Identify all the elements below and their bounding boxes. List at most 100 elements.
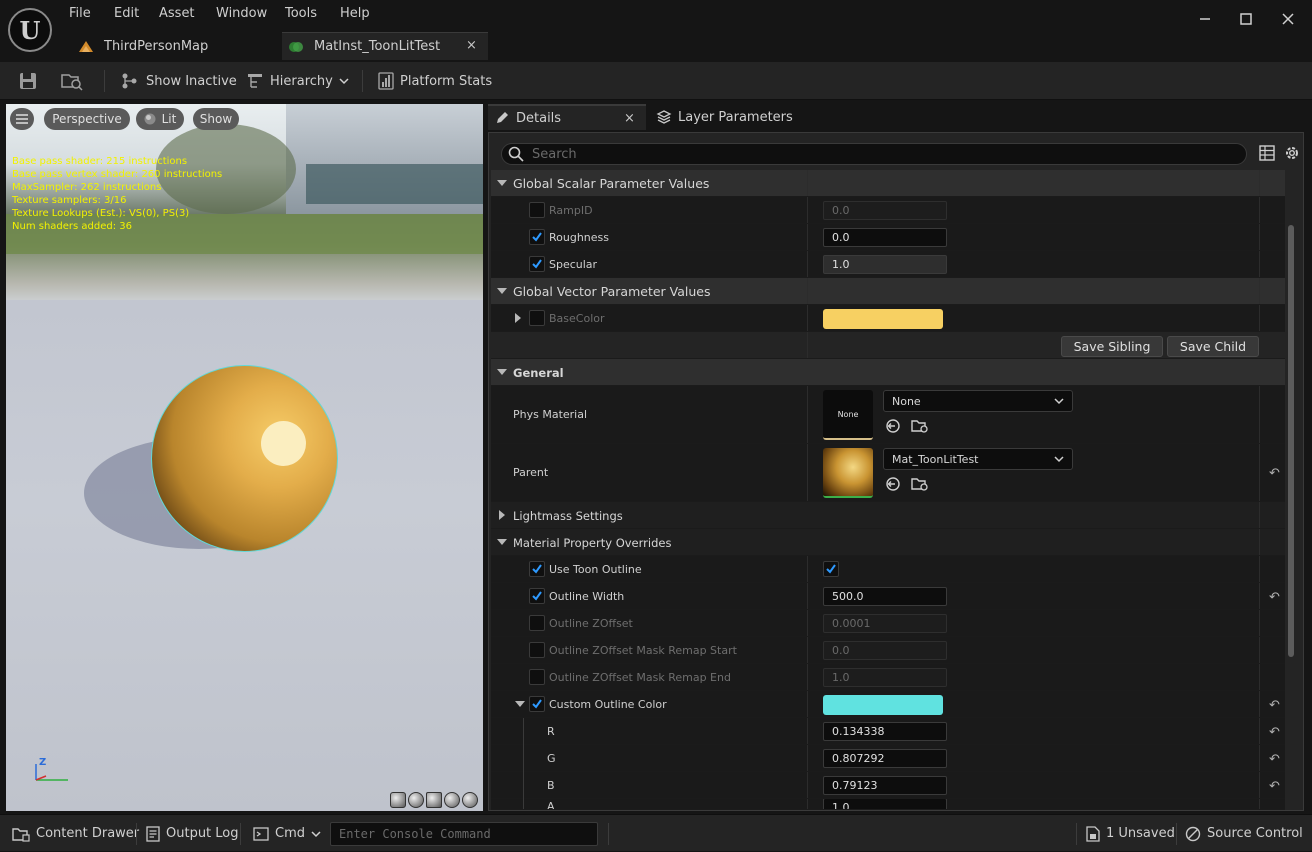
use-toon-outline-checkbox[interactable] xyxy=(823,561,839,577)
show-button[interactable]: Show xyxy=(193,108,239,130)
menu-tools[interactable]: Tools xyxy=(285,6,317,21)
expand-arrow-icon[interactable] xyxy=(497,288,507,294)
roughness-value-input[interactable]: 0.0 xyxy=(823,228,947,247)
table-view-icon[interactable] xyxy=(1259,145,1275,161)
tab-details[interactable]: Details × xyxy=(488,104,646,130)
expand-arrow-icon[interactable] xyxy=(515,701,525,707)
save-child-button[interactable]: Save Child xyxy=(1167,336,1259,357)
dropdown-value: None xyxy=(892,394,921,408)
reset-to-default-icon[interactable]: ↶ xyxy=(1269,752,1280,767)
expand-arrow-icon[interactable] xyxy=(497,539,507,545)
minimize-icon[interactable] xyxy=(1190,6,1220,32)
category-general[interactable]: General xyxy=(491,359,1285,386)
rampid-value-input[interactable]: 0.0 xyxy=(823,201,947,220)
override-checkbox[interactable] xyxy=(529,202,545,218)
property-row-specular: Specular 1.0 xyxy=(491,251,1285,278)
expand-arrow-icon[interactable] xyxy=(499,510,505,520)
expand-arrow-icon[interactable] xyxy=(515,313,521,323)
lit-button[interactable]: Lit xyxy=(136,108,184,130)
expand-arrow-icon[interactable] xyxy=(497,180,507,186)
settings-gear-icon[interactable] xyxy=(1283,144,1301,162)
outline-zoffset-input[interactable]: 0.0001 xyxy=(823,614,947,633)
category-material-overrides[interactable]: Material Property Overrides xyxy=(491,529,1285,556)
override-checkbox[interactable] xyxy=(529,588,545,604)
use-selected-icon[interactable] xyxy=(885,418,901,434)
tab-matinst-toonlittest[interactable]: MatInst_ToonLitTest × xyxy=(282,32,488,60)
b-value-input[interactable]: 0.79123 xyxy=(823,776,947,795)
reset-to-default-icon[interactable]: ↶ xyxy=(1269,698,1280,713)
reset-to-default-icon[interactable]: ↶ xyxy=(1269,725,1280,740)
tab-layer-parameters[interactable]: Layer Parameters xyxy=(650,104,810,130)
save-button[interactable] xyxy=(18,62,38,100)
menu-window[interactable]: Window xyxy=(216,6,267,21)
override-checkbox[interactable] xyxy=(529,229,545,245)
category-lightmass[interactable]: Lightmass Settings xyxy=(491,502,1285,529)
use-selected-icon[interactable] xyxy=(885,476,901,492)
console-command-input[interactable]: Enter Console Command xyxy=(330,822,598,846)
output-log-button[interactable]: Output Log xyxy=(146,815,239,852)
specular-value-input[interactable]: 1.0 xyxy=(823,255,947,274)
save-sibling-button[interactable]: Save Sibling xyxy=(1061,336,1163,357)
close-tab-icon[interactable]: × xyxy=(624,111,635,126)
menu-help[interactable]: Help xyxy=(340,6,370,21)
plane-preview-icon[interactable] xyxy=(426,792,442,808)
outline-width-input[interactable]: 500.0 xyxy=(823,587,947,606)
r-value-input[interactable]: 0.134338 xyxy=(823,722,947,741)
hierarchy-dropdown[interactable]: Hierarchy xyxy=(246,62,349,100)
show-inactive-button[interactable]: Show Inactive xyxy=(120,62,237,100)
g-value-input[interactable]: 0.807292 xyxy=(823,749,947,768)
expand-arrow-icon[interactable] xyxy=(497,369,507,375)
property-label: RampID xyxy=(549,204,593,217)
override-checkbox[interactable] xyxy=(529,310,545,326)
category-label: Material Property Overrides xyxy=(513,536,672,550)
phys-material-thumbnail[interactable]: None xyxy=(823,390,873,440)
menu-asset[interactable]: Asset xyxy=(159,6,195,21)
browse-folder-icon[interactable] xyxy=(911,476,928,492)
zoffset-remap-start-input[interactable]: 0.0 xyxy=(823,641,947,660)
override-checkbox[interactable] xyxy=(529,642,545,658)
parent-material-thumbnail[interactable] xyxy=(823,448,873,498)
basecolor-swatch[interactable] xyxy=(823,309,943,329)
unreal-logo-icon[interactable]: U xyxy=(8,8,52,52)
parent-material-dropdown[interactable]: Mat_ToonLitTest xyxy=(883,448,1073,470)
viewport-menu-button[interactable] xyxy=(10,108,34,130)
close-window-icon[interactable] xyxy=(1273,6,1303,32)
browse-button[interactable] xyxy=(60,62,84,100)
cylinder-preview-icon[interactable] xyxy=(390,792,406,808)
reset-to-default-icon[interactable]: ↶ xyxy=(1269,779,1280,794)
perspective-button[interactable]: Perspective xyxy=(44,108,130,130)
tab-thirdpersonmap[interactable]: ThirdPersonMap xyxy=(66,32,280,60)
menu-edit[interactable]: Edit xyxy=(114,6,139,21)
override-checkbox[interactable] xyxy=(529,669,545,685)
category-label: Global Scalar Parameter Values xyxy=(513,176,710,191)
browse-folder-icon[interactable] xyxy=(911,418,928,434)
menu-file[interactable]: File xyxy=(69,6,91,21)
override-checkbox[interactable] xyxy=(529,561,545,577)
search-input[interactable]: Search xyxy=(501,143,1247,165)
unsaved-button[interactable]: 1 Unsaved xyxy=(1086,815,1175,852)
source-control-button[interactable]: Source Control xyxy=(1185,815,1303,852)
sphere-preview-icon[interactable] xyxy=(408,792,424,808)
cmd-dropdown[interactable]: Cmd xyxy=(253,815,321,852)
maximize-icon[interactable] xyxy=(1231,6,1261,32)
reset-to-default-icon[interactable]: ↶ xyxy=(1269,590,1280,605)
category-vector-params[interactable]: Global Vector Parameter Values xyxy=(491,278,1285,305)
category-scalar-params[interactable]: Global Scalar Parameter Values xyxy=(491,170,1285,197)
override-checkbox[interactable] xyxy=(529,615,545,631)
preview-viewport[interactable]: Perspective Lit Show Base pass shader: 2… xyxy=(6,104,483,811)
platform-stats-button[interactable]: Platform Stats xyxy=(378,62,492,100)
custom-outline-color-swatch[interactable] xyxy=(823,695,943,715)
zoffset-remap-end-input[interactable]: 1.0 xyxy=(823,668,947,687)
property-row-zoffset-remap-end: Outline ZOffset Mask Remap End 1.0 xyxy=(491,664,1285,691)
a-value-input[interactable]: 1.0 xyxy=(823,799,947,809)
content-drawer-label: Content Drawer xyxy=(36,826,140,841)
mesh-preview-icon[interactable] xyxy=(462,792,478,808)
details-scrollbar[interactable] xyxy=(1288,225,1294,657)
override-checkbox[interactable] xyxy=(529,696,545,712)
content-drawer-button[interactable]: Content Drawer xyxy=(12,815,139,852)
phys-material-dropdown[interactable]: None xyxy=(883,390,1073,412)
override-checkbox[interactable] xyxy=(529,256,545,272)
close-tab-icon[interactable]: × xyxy=(466,38,477,53)
cube-preview-icon[interactable] xyxy=(444,792,460,808)
reset-to-default-icon[interactable]: ↶ xyxy=(1269,466,1280,481)
